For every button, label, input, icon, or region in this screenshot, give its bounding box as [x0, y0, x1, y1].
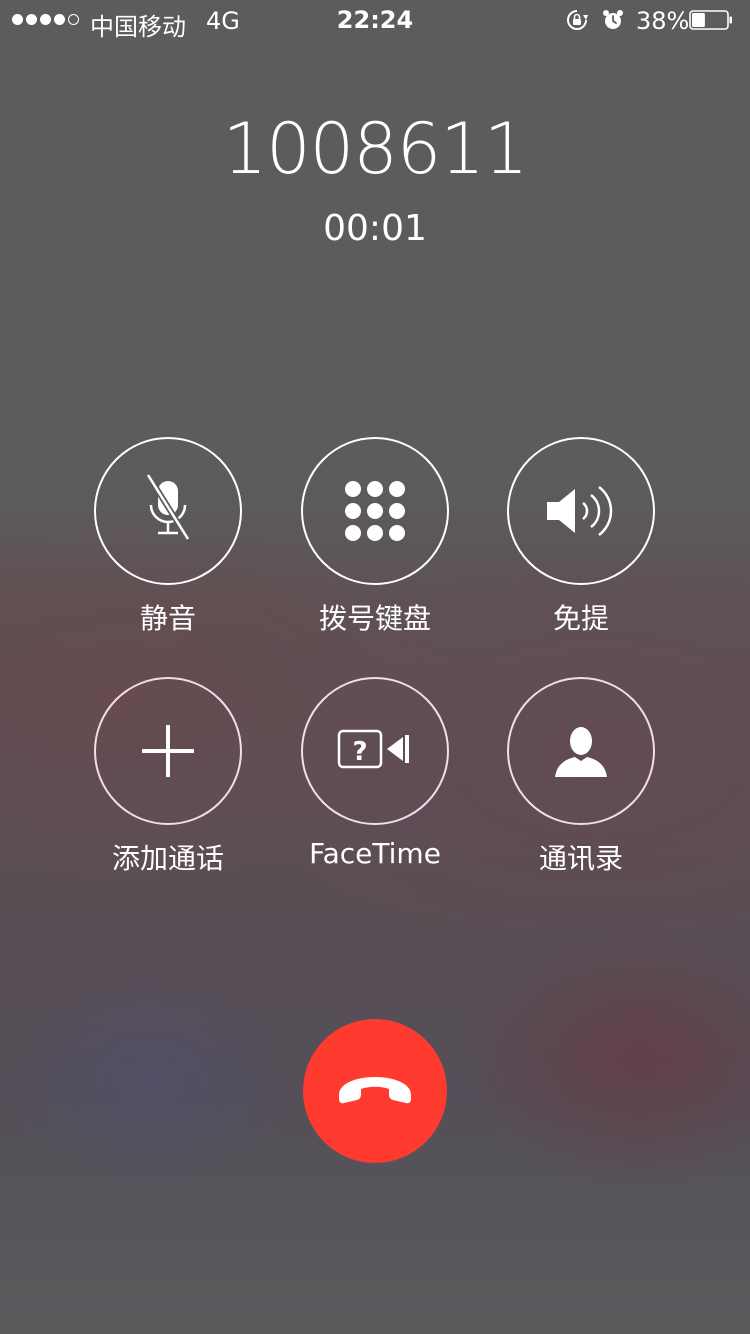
caller-number: 1008611: [222, 108, 529, 190]
facetime-label: FaceTime: [309, 837, 441, 870]
speaker-button[interactable]: 免提: [471, 437, 691, 657]
contacts-button-ring[interactable]: [507, 677, 655, 825]
status-bar: 中国移动 4G 22:24 38%: [0, 0, 750, 41]
speaker-icon: [547, 486, 613, 536]
battery-percentage: 38%: [636, 7, 690, 35]
microphone-muted-icon: [145, 473, 191, 541]
facetime-button[interactable]: ? FaceTime: [265, 677, 485, 897]
alarm-icon: [603, 10, 623, 29]
facetime-question-icon: ?: [337, 729, 409, 769]
contacts-label: 通讯录: [538, 842, 623, 875]
mute-label: 静音: [139, 602, 196, 635]
contacts-button[interactable]: 通讯录: [471, 677, 691, 897]
end-call-button[interactable]: [303, 1019, 447, 1163]
keypad-icon: [345, 481, 405, 541]
keypad-button-ring[interactable]: [301, 437, 449, 585]
hang-up-phone-icon: [339, 1077, 411, 1104]
rotation-lock-icon: [567, 10, 588, 30]
plus-icon: [142, 725, 194, 777]
speaker-button-ring[interactable]: [507, 437, 655, 585]
add-call-button[interactable]: 添加通话: [58, 677, 278, 897]
add-call-button-ring[interactable]: [94, 677, 242, 825]
call-duration: 00:01: [323, 208, 427, 249]
mute-button-ring[interactable]: [94, 437, 242, 585]
mute-button[interactable]: 静音: [58, 437, 278, 657]
keypad-button[interactable]: 拨号键盘: [265, 437, 485, 657]
contact-silhouette-icon: [555, 727, 607, 777]
battery-icon: [689, 10, 732, 30]
svg-text:?: ?: [352, 737, 367, 767]
facetime-button-ring[interactable]: ?: [301, 677, 449, 825]
add-call-label: 添加通话: [111, 842, 224, 875]
keypad-label: 拨号键盘: [318, 602, 431, 635]
speaker-label: 免提: [552, 602, 609, 635]
